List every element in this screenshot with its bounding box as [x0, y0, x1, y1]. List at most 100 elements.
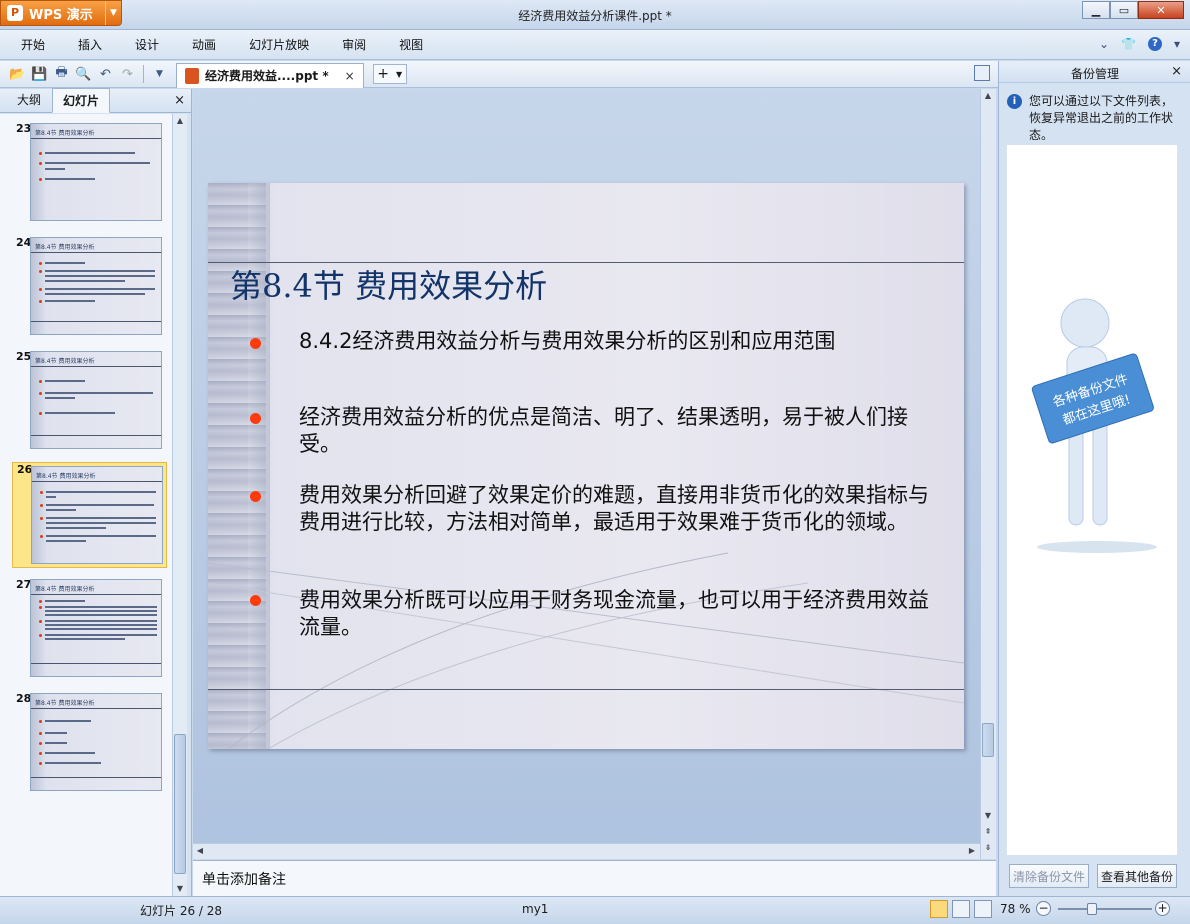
zoom-slider-knob[interactable] [1087, 903, 1097, 915]
print-preview-icon[interactable]: 🔍 [74, 65, 93, 84]
slide-bullet[interactable]: 8.4.2经济费用效益分析与费用效果分析的区别和应用范围 [299, 328, 939, 355]
print-icon[interactable]: 🖶 [52, 65, 71, 84]
slide-editor: 第8.4节 费用效果分析 8.4.2经济费用效益分析与费用效果分析的区别和应用范… [193, 89, 996, 859]
slide-thumbnail-selected[interactable]: 26 第8.4节 费用效果分析 [12, 462, 167, 568]
title-bar: P WPS 演示 ▼ 经济费用效益分析课件.ppt * ▁ ▭ ✕ [0, 0, 1190, 30]
thumbnail-title: 第8.4节 费用效果分析 [35, 700, 95, 707]
slide-thumbnail-image: 第8.4节 费用效果分析 [30, 579, 162, 677]
slide-thumbnail[interactable]: 27 第8.4节 费用效果分析 [12, 578, 167, 680]
notes-pane[interactable]: 单击添加备注 [193, 860, 996, 896]
slides-panel: 大纲 幻灯片 × 23 第8.4节 费用效果分析 24 第8.4节 费用效果分析 [0, 87, 192, 896]
maximize-button[interactable]: ▭ [1110, 1, 1138, 19]
slide-thumbnail-image: 第8.4节 费用效果分析 [30, 237, 162, 335]
slideshow-icon[interactable] [974, 900, 992, 918]
notes-placeholder[interactable]: 单击添加备注 [202, 869, 286, 889]
thumbnail-title: 第8.4节 费用效果分析 [35, 358, 95, 365]
scroll-right-icon[interactable]: ▶ [965, 844, 979, 858]
zoom-level: 78 % [1000, 902, 1031, 916]
thumbnail-list: 23 第8.4节 费用效果分析 24 第8.4节 费用效果分析 25 第8.4节… [0, 114, 172, 896]
view-other-backups-button[interactable]: 查看其他备份 [1097, 864, 1177, 888]
scroll-down-icon[interactable]: ▼ [173, 882, 187, 896]
ppt-file-icon [185, 67, 199, 84]
zoom-out-icon[interactable]: − [1036, 901, 1051, 916]
slide-counter: 幻灯片 26 / 28 [140, 904, 223, 918]
editor-horizontal-scrollbar[interactable]: ◀ ▶ [193, 843, 980, 859]
normal-view-icon[interactable] [930, 900, 948, 918]
slide-sorter-icon[interactable] [952, 900, 970, 918]
backup-panel-footer: 清除备份文件 查看其他备份 [999, 856, 1190, 896]
dropdown-icon[interactable]: ▼ [150, 65, 169, 84]
skin-icon[interactable]: 👕 [1121, 37, 1136, 51]
menu-bar: 开始 插入 设计 动画 幻灯片放映 审阅 视图 ⌄ 👕 ? ▾ [0, 30, 1190, 60]
zoom-slider[interactable] [1058, 908, 1152, 910]
bullet-dot-icon [250, 491, 261, 502]
thumbnail-title: 第8.4节 费用效果分析 [35, 586, 95, 593]
close-window-button[interactable]: ✕ [1138, 1, 1184, 19]
backup-panel: 备份管理 × i 您可以通过以下文件列表，恢复异常退出之前的工作状态。 各种备份… [998, 61, 1190, 896]
slide-bullet[interactable]: 费用效果分析回避了效果定价的难题，直接用非货币化的效果指标与费用进行比较，方法相… [299, 482, 939, 536]
zoom-in-icon[interactable]: + [1155, 901, 1170, 916]
save-icon[interactable]: 💾 [30, 65, 49, 84]
scroll-down-icon[interactable]: ▼ [981, 809, 995, 823]
thumbnail-scrollbar[interactable]: ▲ ▼ [172, 114, 187, 896]
backup-info: i 您可以通过以下文件列表，恢复异常退出之前的工作状态。 [1007, 93, 1179, 144]
menu-review[interactable]: 审阅 [331, 36, 377, 53]
editor-vertical-scrollbar[interactable]: ▲ ▼ ⇞ ⇟ [980, 89, 996, 859]
backup-illustration: 各种备份文件 都在这里哦! [1031, 298, 1157, 553]
new-tab-button[interactable]: + ▼ [372, 64, 407, 84]
plus-icon[interactable]: + [377, 66, 389, 82]
tab-outline[interactable]: 大纲 [6, 87, 52, 112]
slide-thumbnail[interactable]: 23 第8.4节 费用效果分析 [12, 122, 167, 224]
backup-panel-title[interactable]: 备份管理 [999, 65, 1190, 82]
slide-thumbnail-image: 第8.4节 费用效果分析 [30, 351, 162, 449]
info-icon: i [1007, 94, 1022, 109]
close-tab-icon[interactable]: × [345, 69, 355, 83]
tab-slides[interactable]: 幻灯片 [52, 88, 111, 113]
minimize-button[interactable]: ▁ [1082, 1, 1110, 19]
document-tab[interactable]: 经济费用效益....ppt * × [176, 62, 364, 88]
open-folder-icon[interactable]: 📂 [8, 65, 27, 84]
scroll-up-icon[interactable]: ▲ [173, 114, 187, 128]
menu-view[interactable]: 视图 [388, 36, 434, 53]
window-title: 经济费用效益分析课件.ppt * [518, 9, 672, 23]
close-panel-icon[interactable]: × [174, 93, 185, 108]
previous-slide-icon[interactable]: ⇞ [981, 825, 995, 839]
slide-thumbnail[interactable]: 24 第8.4节 费用效果分析 [12, 236, 167, 338]
clear-backup-button[interactable]: 清除备份文件 [1009, 864, 1089, 888]
theme-name: my1 [522, 902, 549, 916]
menu-animation[interactable]: 动画 [181, 36, 227, 53]
status-bar: 幻灯片 26 / 28 my1 78 % − + [0, 896, 1190, 924]
thumbnail-title: 第8.4节 费用效果分析 [35, 130, 95, 137]
menu-design[interactable]: 设计 [124, 36, 170, 53]
slide-bullet[interactable]: 经济费用效益分析的优点是简洁、明了、结果透明，易于被人们接受。 [299, 404, 939, 458]
next-slide-icon[interactable]: ⇟ [981, 841, 995, 855]
menu-home[interactable]: 开始 [10, 36, 56, 53]
menu-slideshow[interactable]: 幻灯片放映 [238, 36, 320, 53]
scroll-left-icon[interactable]: ◀ [193, 844, 207, 858]
help-icon[interactable]: ? [1147, 37, 1162, 51]
menu-right-tools: ⌄ 👕 ? ▾ [1099, 37, 1180, 51]
scrollbar-thumb[interactable] [982, 723, 994, 757]
slide-canvas[interactable]: 第8.4节 费用效果分析 8.4.2经济费用效益分析与费用效果分析的区别和应用范… [208, 183, 964, 749]
slide-title[interactable]: 第8.4节 费用效果分析 [230, 261, 547, 307]
redo-icon[interactable]: ↷ [118, 65, 137, 84]
slide-thumbnail-image: 第8.4节 费用效果分析 [30, 693, 162, 791]
window-controls: ▁ ▭ ✕ [1082, 1, 1184, 19]
backup-file-list[interactable]: 各种备份文件 都在这里哦! [1007, 145, 1177, 855]
menu-insert[interactable]: 插入 [67, 36, 113, 53]
undo-icon[interactable]: ↶ [96, 65, 115, 84]
layout-toggle-icon[interactable] [974, 65, 990, 81]
chevron-down-icon[interactable]: ▾ [1174, 37, 1180, 51]
toolbar-separator [143, 65, 144, 83]
chevron-down-icon[interactable]: ▼ [396, 70, 402, 79]
close-panel-icon[interactable]: × [1171, 64, 1182, 79]
slide-thumbnail[interactable]: 25 第8.4节 费用效果分析 [12, 350, 167, 452]
scroll-up-icon[interactable]: ▲ [981, 89, 995, 103]
slide-thumbnail-image: 第8.4节 费用效果分析 [31, 466, 163, 564]
bullet-dot-icon [250, 595, 261, 606]
scrollbar-thumb[interactable] [174, 734, 186, 874]
slide-bottom-rule [208, 689, 964, 690]
slide-thumbnail[interactable]: 28 第8.4节 费用效果分析 [12, 692, 167, 794]
collapse-ribbon-icon[interactable]: ⌄ [1099, 37, 1109, 51]
slide-bullet[interactable]: 费用效果分析既可以应用于财务现金流量，也可以用于经济费用效益流量。 [299, 587, 939, 641]
